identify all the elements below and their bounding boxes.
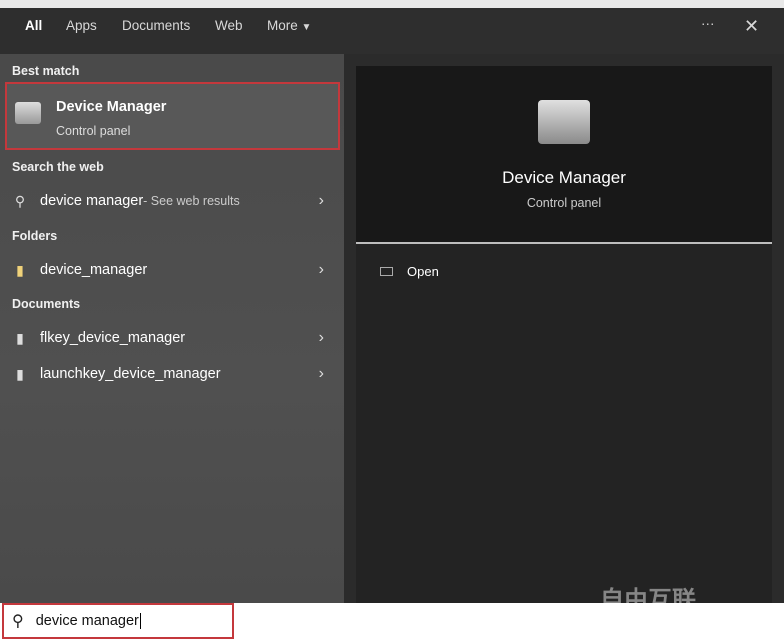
section-folders: Folders xyxy=(12,229,58,243)
document-label: launchkey_device_manager xyxy=(40,366,221,382)
tab-apps[interactable]: Apps xyxy=(66,18,97,33)
chevron-right-icon[interactable]: › xyxy=(319,261,324,279)
best-match-title: Device Manager xyxy=(56,99,167,115)
search-value: device manager xyxy=(35,613,141,629)
section-best-match: Best match xyxy=(12,64,80,78)
folder-icon: ▮ xyxy=(16,261,24,278)
document-item[interactable]: ▮ launchkey_device_manager › xyxy=(0,357,344,391)
folder-label: device_manager xyxy=(40,262,148,278)
best-match-item[interactable]: Device Manager Control panel xyxy=(5,82,340,150)
document-item[interactable]: ▮ flkey_device_manager › xyxy=(0,321,344,355)
document-label: flkey_device_manager xyxy=(40,330,186,346)
tab-all[interactable]: All xyxy=(25,18,42,33)
document-icon: ▮ xyxy=(16,365,24,382)
open-label: Open xyxy=(407,264,439,279)
search-bar: ⚲ device manager xyxy=(0,603,784,639)
search-icon: ⚲ xyxy=(12,613,24,630)
search-icon: ⚲ xyxy=(14,192,26,209)
section-documents: Documents xyxy=(12,297,81,311)
preview-panel: Device Manager Control panel Open xyxy=(344,54,784,604)
device-manager-icon xyxy=(15,102,41,124)
tab-more-label: More xyxy=(267,18,298,33)
tab-more[interactable]: More ▼ xyxy=(267,18,311,33)
results-panel: Best match Device Manager Control panel … xyxy=(0,54,344,603)
caret-down-icon: ▼ xyxy=(301,22,312,33)
tab-documents[interactable]: Documents xyxy=(122,18,190,33)
preview-header: Device Manager Control panel xyxy=(356,66,772,242)
folder-item[interactable]: ▮ device_manager › xyxy=(0,253,344,287)
chevron-right-icon[interactable]: › xyxy=(319,329,324,347)
more-options-button[interactable]: ··· xyxy=(701,16,715,31)
web-query: device manager xyxy=(40,193,144,209)
top-bar: All Apps Documents Web More ▼ ··· ✕ xyxy=(0,0,784,54)
web-suffix: - See web results xyxy=(143,194,240,208)
device-manager-large-icon xyxy=(538,100,590,144)
chevron-right-icon[interactable]: › xyxy=(319,365,324,383)
tab-web[interactable]: Web xyxy=(215,18,243,33)
chevron-right-icon[interactable]: › xyxy=(319,192,324,210)
section-search-web: Search the web xyxy=(12,160,104,174)
actions-list: Open xyxy=(356,244,772,604)
close-button[interactable]: ✕ xyxy=(744,16,759,37)
preview-title: Device Manager xyxy=(502,168,626,187)
open-icon xyxy=(380,267,393,276)
best-match-subtitle: Control panel xyxy=(56,124,131,138)
preview-subtitle: Control panel xyxy=(526,196,602,210)
open-action[interactable]: Open xyxy=(380,264,439,279)
web-result-item[interactable]: ⚲ device manager - See web results › xyxy=(0,184,344,218)
document-icon: ▮ xyxy=(16,329,24,346)
search-input[interactable]: ⚲ device manager xyxy=(2,603,234,639)
